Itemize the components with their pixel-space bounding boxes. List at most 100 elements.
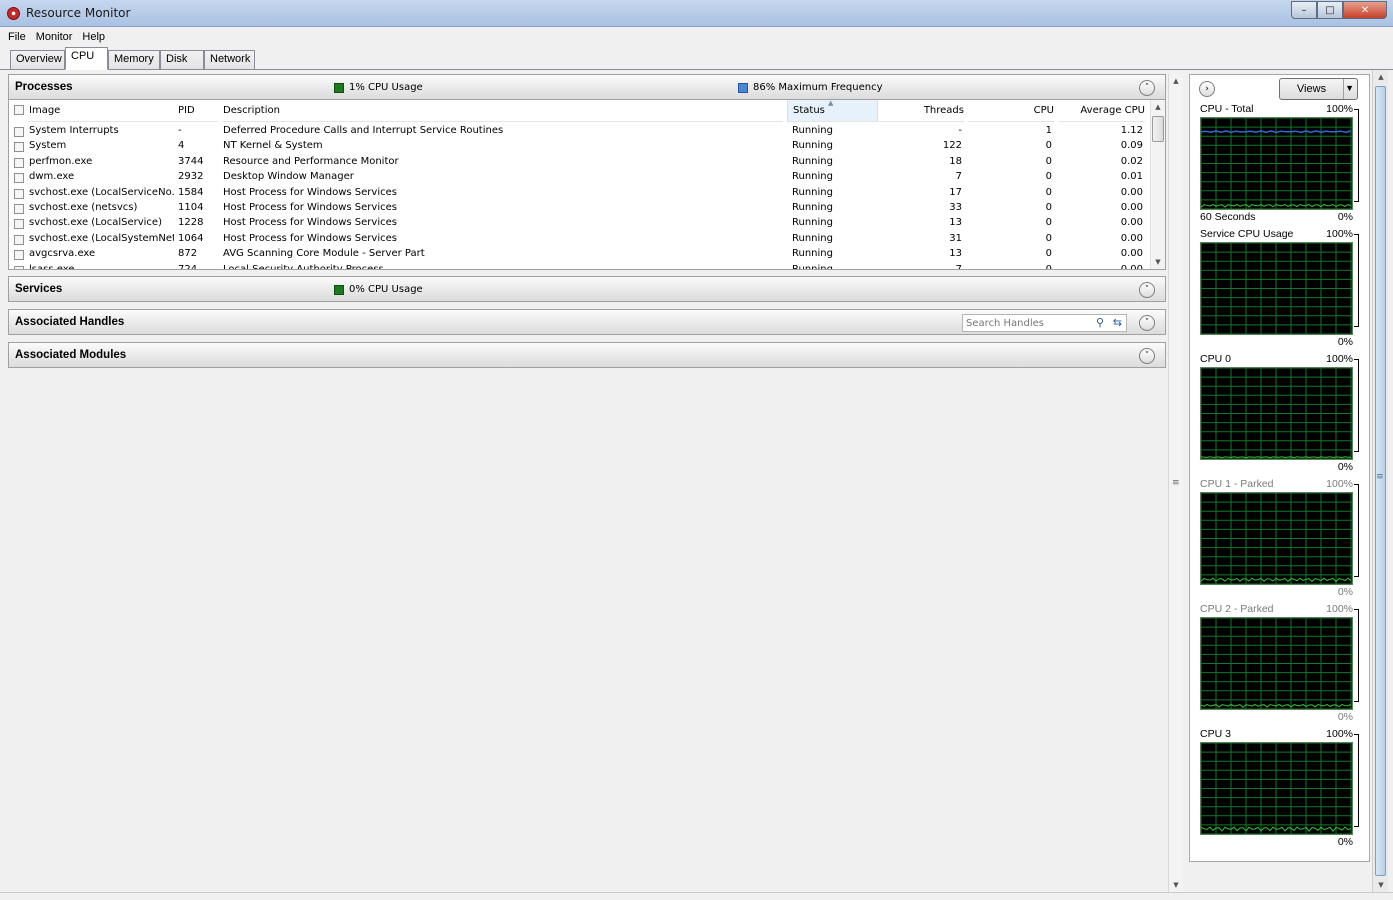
processes-header[interactable]: Processes 1% CPU Usage 86% Maximum Frequ… — [8, 74, 1166, 100]
scroll-down-icon[interactable]: ▼ — [1151, 255, 1165, 269]
cell-image: System Interrupts — [29, 125, 119, 136]
graph-min-label: 0% — [1337, 211, 1353, 223]
tab-cpu[interactable]: CPU — [65, 47, 108, 70]
table-row[interactable]: dwm.exe 2932 Desktop Window Manager Running… — [9, 170, 1152, 185]
processes-scrollbar[interactable]: ▲ ▼ — [1150, 100, 1165, 269]
row-checkbox[interactable] — [14, 157, 24, 168]
cell-status: Running — [792, 155, 833, 167]
search-icon[interactable]: ⚲ — [1096, 316, 1104, 329]
views-dropdown-icon[interactable]: ▼ — [1345, 83, 1354, 93]
menu-help[interactable]: Help — [82, 31, 105, 43]
cell-cpu: 0 — [1045, 202, 1052, 213]
cell-image: lsass.exe — [29, 263, 75, 270]
refresh-icon[interactable]: ⇆ — [1113, 316, 1122, 329]
row-checkbox[interactable] — [14, 142, 24, 153]
minimize-button[interactable]: – — [1291, 1, 1317, 19]
tab-network[interactable]: Network — [204, 50, 255, 69]
graph-max-label: 100% — [1326, 353, 1353, 365]
table-row[interactable]: lsass.exe 724 Local Security Authority Pro… — [9, 263, 1152, 270]
cell-pid: 1064 — [178, 232, 204, 244]
col-cpu[interactable]: CPU — [968, 100, 1054, 122]
processes-scroll-thumb[interactable] — [1152, 116, 1164, 142]
cell-threads: 13 — [949, 217, 962, 229]
cpu-graph — [1200, 367, 1353, 460]
row-checkbox[interactable] — [14, 234, 24, 245]
left-scroll-up-icon[interactable]: ▲ — [1169, 74, 1183, 88]
right-scroll-down-icon[interactable]: ▼ — [1374, 878, 1388, 892]
table-row[interactable]: svchost.exe (LocalService) 1228 Host Proce… — [9, 216, 1152, 231]
collapse-processes-button[interactable]: ˄ — [1139, 80, 1155, 96]
table-row[interactable]: perfmon.exe 3744 Resource and Performance … — [9, 155, 1152, 170]
graph-min-label: 0% — [1337, 586, 1353, 598]
scroll-up-icon[interactable]: ▲ — [1151, 100, 1165, 114]
cpu-graph — [1200, 617, 1353, 710]
maximize-button[interactable]: □ — [1317, 1, 1343, 19]
views-label: Views — [1280, 79, 1344, 99]
tab-memory[interactable]: Memory — [108, 50, 160, 69]
cell-threads: 33 — [949, 202, 962, 213]
row-checkbox[interactable] — [14, 250, 24, 261]
row-checkbox[interactable] — [14, 265, 24, 269]
cell-image: System — [29, 140, 67, 152]
cell-pid: 3744 — [178, 155, 204, 167]
select-all-checkbox[interactable] — [14, 105, 24, 115]
col-status[interactable]: Status ▲ — [787, 100, 878, 122]
col-average-cpu[interactable]: Average CPU — [1059, 100, 1145, 122]
left-pane-scrollbar[interactable]: ▲ ≡ ▼ — [1168, 74, 1183, 892]
max-frequency-indicator — [738, 83, 748, 93]
col-threads[interactable]: Threads — [878, 100, 964, 122]
splitter-grip-icon[interactable]: ≡ — [1172, 478, 1180, 488]
graph-max-label: 100% — [1326, 728, 1353, 740]
scale-bracket — [1354, 359, 1359, 452]
row-checkbox[interactable] — [14, 204, 24, 214]
toggle-graph-pane-button[interactable]: › — [1199, 81, 1215, 97]
col-image[interactable]: Image — [29, 100, 179, 122]
graph-canvas — [1201, 743, 1352, 834]
right-scrollbar[interactable]: ▲ ≡ ▼ — [1372, 70, 1388, 892]
cell-average-cpu: 0.00 — [1120, 186, 1143, 198]
cell-pid: 724 — [178, 263, 198, 270]
modules-header[interactable]: Associated Modules ˅ — [8, 342, 1166, 368]
right-scroll-up-icon[interactable]: ▲ — [1374, 70, 1388, 84]
table-row[interactable]: svchost.exe (netsvcs) 1104 Host Process fo… — [9, 201, 1152, 216]
left-scroll-down-icon[interactable]: ▼ — [1169, 878, 1183, 892]
menu-file[interactable]: File — [8, 31, 26, 43]
views-button[interactable]: Views ▼ — [1279, 78, 1358, 100]
cell-status: Running — [792, 202, 833, 213]
row-checkbox[interactable] — [14, 219, 24, 230]
menu-monitor[interactable]: Monitor — [36, 31, 73, 43]
window-title: Resource Monitor — [26, 6, 131, 20]
table-row[interactable]: System 4 NT Kernel & System Running 122 0 0.09 — [9, 139, 1152, 154]
services-header[interactable]: Services 0% CPU Usage ˅ — [8, 276, 1166, 302]
row-checkbox[interactable] — [14, 173, 24, 184]
row-checkbox[interactable] — [14, 127, 24, 137]
cell-description: Host Process for Windows Services — [223, 186, 397, 198]
handles-header[interactable]: Associated Handles ⚲ ⇆ ˅ — [8, 309, 1166, 335]
scale-bracket — [1354, 484, 1359, 577]
table-row[interactable]: svchost.exe (LocalSystemNet... 1064 Host P… — [9, 232, 1152, 247]
close-button[interactable]: ✕ — [1343, 1, 1387, 19]
cell-description: AVG Scanning Core Module - Server Part — [223, 248, 425, 260]
expand-modules-button[interactable]: ˅ — [1139, 348, 1155, 364]
graph-canvas — [1201, 493, 1352, 584]
search-handles-input[interactable] — [963, 315, 1083, 331]
cell-image: svchost.exe (LocalServiceNo... — [29, 186, 174, 198]
cpu-usage-line — [1201, 456, 1351, 459]
tab-overview[interactable]: Overview — [10, 50, 65, 69]
window-controls: – □ ✕ — [1291, 1, 1387, 19]
expand-handles-button[interactable]: ˅ — [1139, 315, 1155, 331]
cell-threads: 122 — [942, 140, 962, 152]
modules-title: Associated Modules — [15, 349, 127, 361]
cell-pid: 1228 — [178, 217, 204, 229]
row-checkbox[interactable] — [14, 188, 24, 199]
expand-services-button[interactable]: ˅ — [1139, 282, 1155, 298]
cell-average-cpu: 1.12 — [1120, 125, 1143, 136]
table-row[interactable]: System Interrupts - Deferred Procedure Cal… — [9, 124, 1152, 139]
tab-disk[interactable]: Disk — [160, 50, 204, 69]
col-description[interactable]: Description — [223, 100, 783, 122]
table-row[interactable]: avgcsrva.exe 872 AVG Scanning Core Module … — [9, 247, 1152, 262]
cell-threads: - — [958, 125, 962, 136]
table-row[interactable]: svchost.exe (LocalServiceNo... 1584 Host P… — [9, 186, 1152, 201]
search-handles-box[interactable]: ⚲ ⇆ — [962, 314, 1127, 332]
col-pid[interactable]: PID — [178, 100, 218, 122]
